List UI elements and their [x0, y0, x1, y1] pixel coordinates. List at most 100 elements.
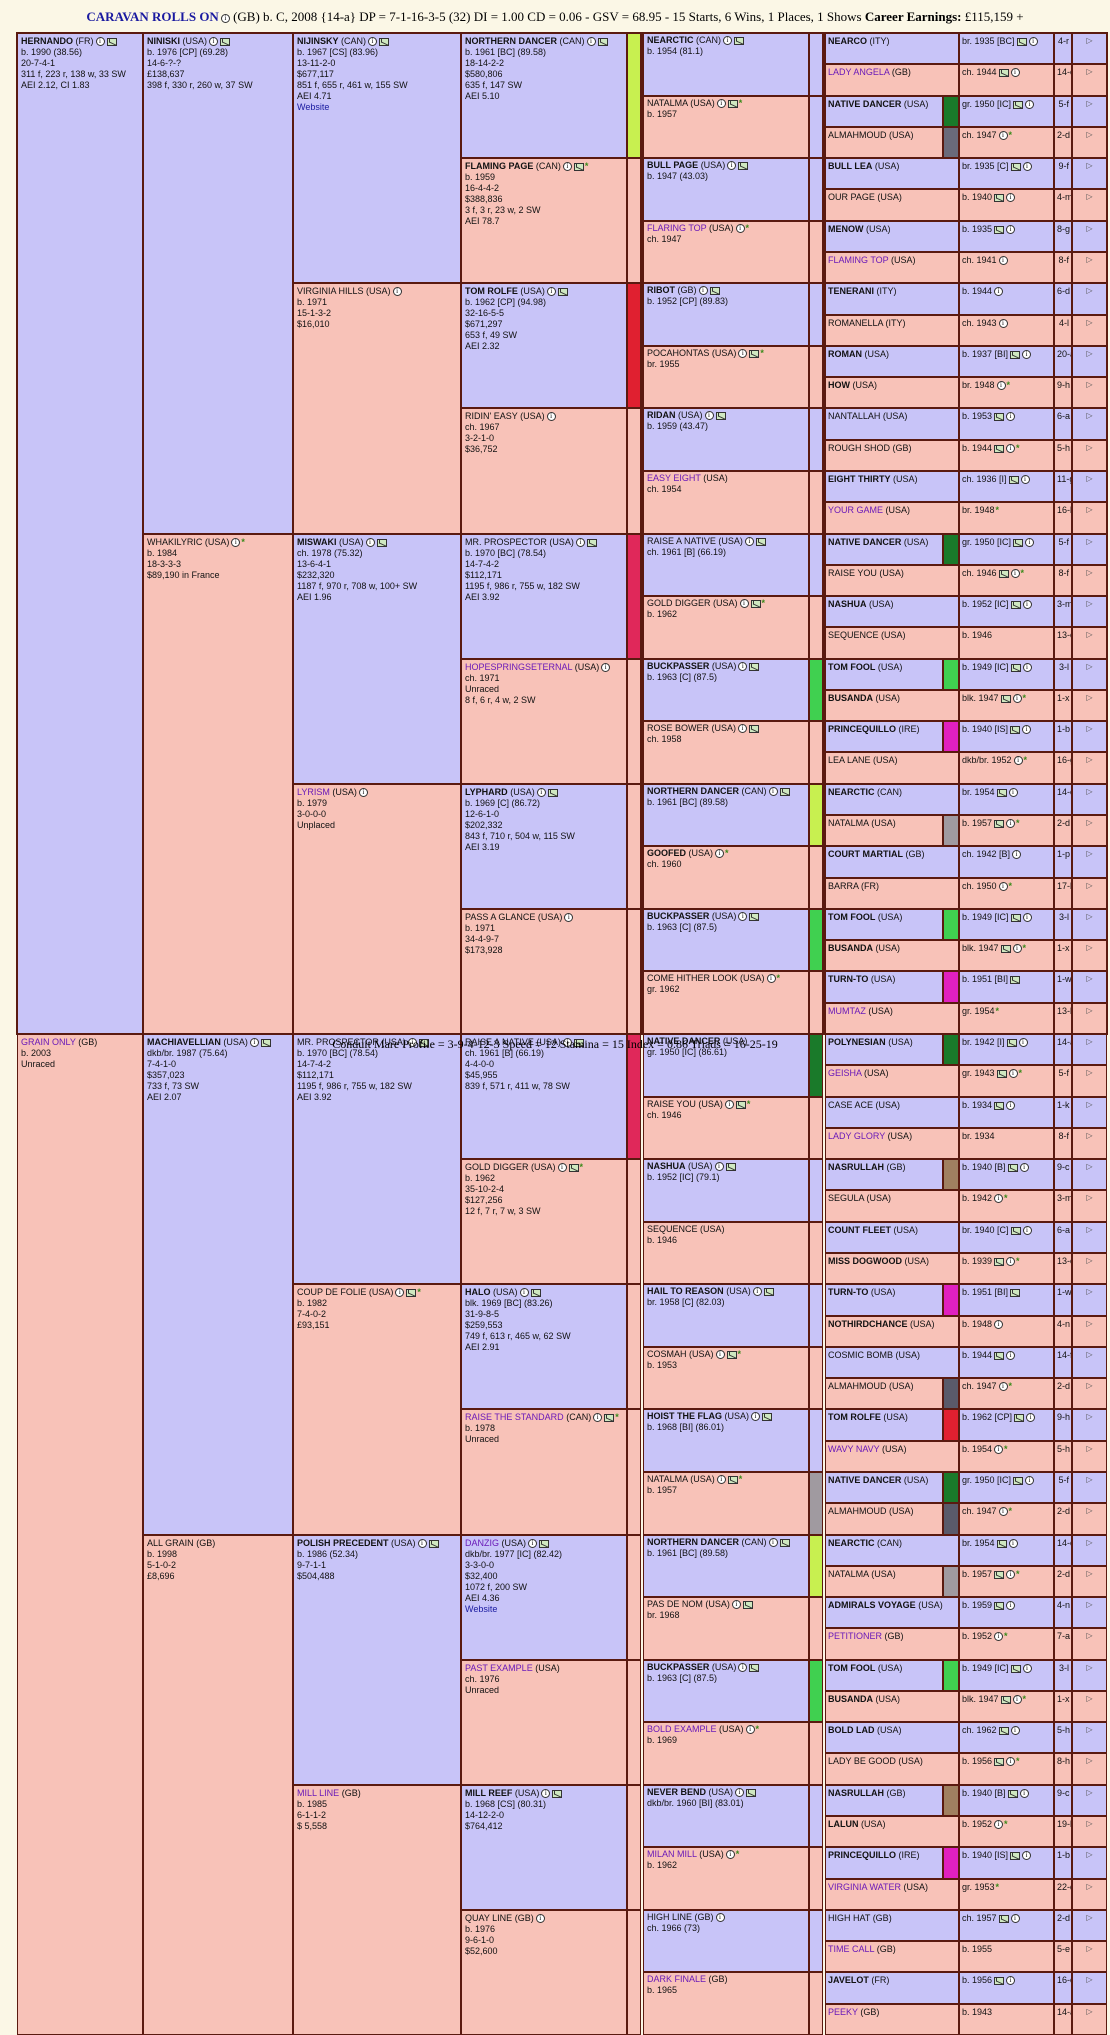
horse-name[interactable]: HOW [828, 380, 850, 390]
photo-icon[interactable] [725, 1162, 736, 1171]
expand-arrow-icon[interactable]: ▷ [1072, 1222, 1107, 1253]
expand-arrow-icon[interactable]: ▷ [1072, 440, 1107, 471]
expand-arrow-icon[interactable]: ▷ [1072, 1316, 1107, 1347]
info-icon[interactable]: i [994, 1820, 1004, 1830]
horse-name[interactable]: MILL LINE [297, 1788, 339, 1798]
expand-arrow-icon[interactable]: ▷ [1072, 1879, 1107, 1910]
horse-name[interactable]: NATALMA [647, 1474, 688, 1484]
info-icon[interactable]: i [1006, 1101, 1016, 1111]
info-icon[interactable]: i [562, 162, 572, 172]
photo-icon[interactable] [1010, 913, 1021, 922]
photo-icon[interactable] [727, 99, 738, 108]
horse-name[interactable]: NATALMA [828, 1569, 869, 1579]
info-icon[interactable]: i [220, 13, 230, 23]
horse-name[interactable]: PEEKY [828, 2007, 858, 2017]
horse-name[interactable]: NATIVE DANCER [828, 99, 901, 109]
photo-icon[interactable] [998, 1726, 1009, 1735]
info-icon[interactable]: i [1022, 663, 1032, 673]
horse-name[interactable]: ROMAN [828, 349, 862, 359]
photo-icon[interactable] [379, 37, 390, 46]
info-icon[interactable]: i [1010, 68, 1020, 78]
horse-name[interactable]: RIBOT [647, 285, 675, 295]
photo-icon[interactable] [1007, 1163, 1018, 1172]
info-icon[interactable]: i [95, 37, 105, 47]
photo-icon[interactable] [597, 37, 608, 46]
horse-name[interactable]: TOM ROLFE [828, 1412, 881, 1422]
photo-icon[interactable] [994, 1757, 1005, 1766]
horse-name[interactable]: GOLD DIGGER [647, 598, 711, 608]
expand-arrow-icon[interactable]: ▷ [1072, 252, 1107, 283]
photo-icon[interactable] [539, 1539, 550, 1548]
expand-arrow-icon[interactable]: ▷ [1072, 971, 1107, 1003]
horse-name[interactable]: SEGULA [828, 1193, 864, 1203]
horse-name[interactable]: NEARCTIC [828, 1538, 875, 1548]
photo-icon[interactable] [1000, 944, 1011, 953]
horse-name[interactable]: ALMAHMOUD [828, 1506, 887, 1516]
horse-name[interactable]: RAISE YOU [647, 1099, 696, 1109]
photo-icon[interactable] [749, 724, 760, 733]
photo-icon[interactable] [1000, 694, 1011, 703]
horse-name[interactable]: LADY GLORY [828, 1131, 885, 1141]
horse-name[interactable]: SEQUENCE [647, 1224, 698, 1234]
info-icon[interactable]: i [557, 1163, 567, 1173]
info-icon[interactable]: i [1008, 1539, 1018, 1549]
horse-name[interactable]: QUAY LINE [465, 1913, 512, 1923]
horse-name[interactable]: RAISE A NATIVE [647, 536, 716, 546]
expand-arrow-icon[interactable]: ▷ [1072, 377, 1107, 408]
expand-arrow-icon[interactable]: ▷ [1072, 1065, 1107, 1097]
info-icon[interactable]: i [1010, 1726, 1020, 1736]
info-icon[interactable]: i [731, 1600, 741, 1610]
expand-arrow-icon[interactable]: ▷ [1072, 1253, 1107, 1284]
website-link[interactable]: Website [297, 102, 457, 113]
expand-arrow-icon[interactable]: ▷ [1072, 721, 1107, 752]
website-link[interactable]: Website [465, 1604, 623, 1615]
horse-name[interactable]: TOM ROLFE [465, 286, 518, 296]
horse-name[interactable]: MISS DOGWOOD [828, 1256, 902, 1266]
photo-icon[interactable] [1007, 1789, 1018, 1798]
photo-icon[interactable] [994, 1351, 1005, 1360]
horse-name[interactable]: BUSANDA [828, 693, 873, 703]
horse-name[interactable]: TENERANI [828, 286, 874, 296]
photo-icon[interactable] [1013, 100, 1024, 109]
horse-name[interactable]: ROSE BOWER [647, 723, 709, 733]
info-icon[interactable]: i [998, 256, 1008, 266]
horse-name[interactable]: NORTHERN DANCER [465, 36, 557, 46]
photo-icon[interactable] [994, 193, 1005, 202]
info-icon[interactable]: i [704, 411, 714, 421]
info-icon[interactable]: i [1022, 600, 1032, 610]
photo-icon[interactable] [709, 286, 720, 295]
horse-name[interactable]: HOPESPRINGSETERNAL [465, 662, 572, 672]
expand-arrow-icon[interactable]: ▷ [1072, 690, 1107, 721]
info-icon[interactable]: i [996, 381, 1006, 391]
horse-name[interactable]: OUR PAGE [828, 192, 875, 202]
horse-name[interactable]: YOUR GAME [828, 505, 883, 515]
info-icon[interactable]: i [231, 538, 241, 548]
horse-name[interactable]: HOIST THE FLAG [647, 1411, 722, 1421]
horse-name[interactable]: BUCKPASSER [647, 661, 709, 671]
photo-icon[interactable] [530, 1288, 541, 1297]
info-icon[interactable]: i [1019, 1163, 1029, 1173]
photo-icon[interactable] [1013, 1476, 1024, 1485]
photo-icon[interactable] [750, 599, 761, 608]
photo-icon[interactable] [1010, 162, 1021, 171]
horse-name[interactable]: COSMIC BOMB [828, 1350, 893, 1360]
horse-name[interactable]: VIRGINIA HILLS [297, 286, 364, 296]
horse-name[interactable]: CARAVAN ROLLS ON [86, 9, 218, 24]
photo-icon[interactable] [586, 538, 597, 547]
info-icon[interactable]: i [1012, 694, 1022, 704]
photo-icon[interactable] [376, 538, 387, 547]
photo-icon[interactable] [715, 411, 726, 420]
expand-arrow-icon[interactable]: ▷ [1072, 1535, 1107, 1566]
info-icon[interactable]: i [1025, 1476, 1035, 1486]
info-icon[interactable]: i [593, 1413, 603, 1423]
horse-name[interactable]: NORTHERN DANCER [647, 786, 739, 796]
info-icon[interactable]: i [1006, 1757, 1016, 1767]
info-icon[interactable]: i [994, 1194, 1004, 1204]
info-icon[interactable]: i [998, 1382, 1008, 1392]
info-icon[interactable]: i [1026, 1413, 1036, 1423]
photo-icon[interactable] [994, 225, 1005, 234]
info-icon[interactable]: i [535, 1914, 545, 1924]
horse-name[interactable]: MILAN MILL [647, 1849, 697, 1859]
photo-icon[interactable] [1000, 1695, 1011, 1704]
expand-arrow-icon[interactable]: ▷ [1072, 596, 1107, 627]
